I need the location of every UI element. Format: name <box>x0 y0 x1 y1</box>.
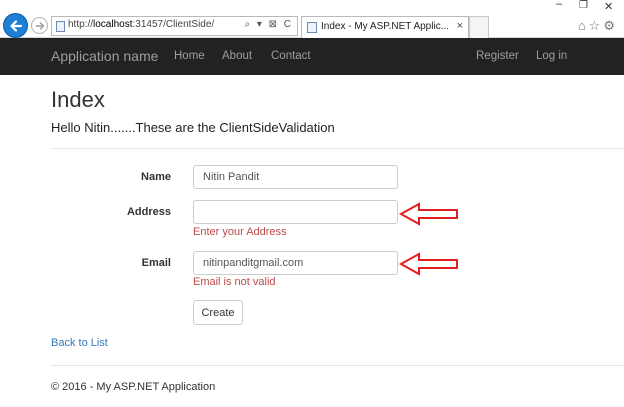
nav-home-link[interactable]: Home <box>174 50 205 62</box>
page-title: Index <box>51 87 105 112</box>
tab-title: Index - My ASP.NET Applic... <box>321 21 450 32</box>
new-tab-button[interactable] <box>469 16 489 38</box>
annotation-arrow-icon <box>399 252 458 276</box>
tab-page-icon <box>307 22 317 33</box>
page-subtitle: Hello Nitin.......These are the ClientSi… <box>51 120 335 135</box>
browser-forward-button[interactable] <box>31 17 48 34</box>
browser-tab[interactable]: Index - My ASP.NET Applic... × <box>301 16 469 38</box>
back-arrow-icon <box>9 19 22 32</box>
back-to-list-link[interactable]: Back to List <box>51 337 108 349</box>
address-label: Address <box>126 206 171 218</box>
home-favorites-settings-icons[interactable]: ⌂☆⚙ <box>578 18 618 34</box>
site-navbar: Application name Home About Contact Regi… <box>0 38 624 75</box>
email-input[interactable] <box>193 251 398 275</box>
page-icon <box>56 21 65 32</box>
nav-register-link[interactable]: Register <box>476 50 519 62</box>
footer-copyright: © 2016 - My ASP.NET Application <box>51 381 216 393</box>
window-restore-icon[interactable]: ❐ <box>579 0 588 11</box>
nav-contact-link[interactable]: Contact <box>271 50 311 62</box>
address-url: http://localhost:31457/ClientSide/ <box>68 19 215 30</box>
forward-arrow-icon <box>35 21 44 30</box>
tab-close-icon[interactable]: × <box>457 20 463 32</box>
name-input[interactable] <box>193 165 398 189</box>
footer-divider <box>51 365 624 366</box>
nav-login-link[interactable]: Log in <box>536 50 567 62</box>
name-label: Name <box>141 171 171 183</box>
window-close-icon[interactable]: ✕ <box>604 0 613 13</box>
browser-chrome: http://localhost:31457/ClientSide/ ⌕ ▾ ⊠… <box>0 0 624 38</box>
browser-back-button[interactable] <box>3 13 28 38</box>
email-error-message: Email is not valid <box>193 276 276 288</box>
address-bar[interactable]: http://localhost:31457/ClientSide/ ⌕ ▾ ⊠… <box>51 16 298 36</box>
divider <box>51 148 624 149</box>
email-label: Email <box>141 257 171 269</box>
address-error-message: Enter your Address <box>193 226 287 238</box>
create-button[interactable]: Create <box>193 300 243 325</box>
address-tools-icon[interactable]: ⌕ ▾ ⊠ C <box>244 19 293 30</box>
window-minimize-icon[interactable]: – <box>556 0 562 10</box>
address-input[interactable] <box>193 200 398 224</box>
annotation-arrow-icon <box>399 202 458 226</box>
nav-about-link[interactable]: About <box>222 50 252 62</box>
brand-link[interactable]: Application name <box>51 48 158 64</box>
